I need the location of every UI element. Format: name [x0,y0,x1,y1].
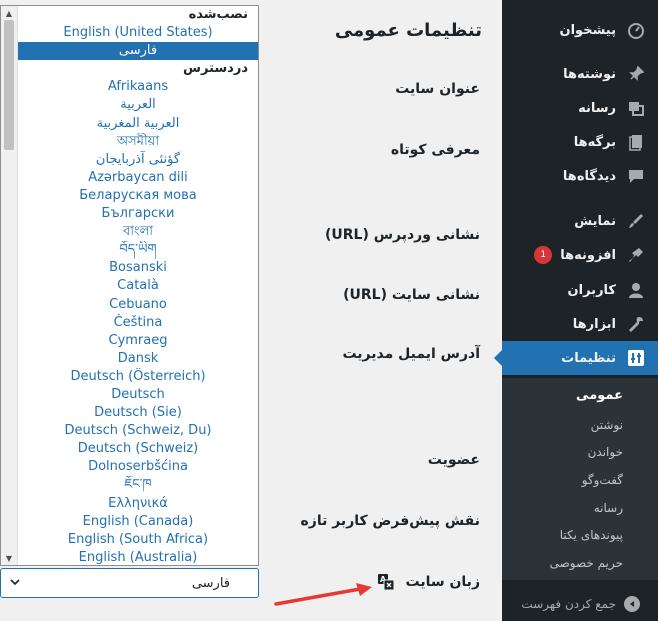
language-option[interactable]: অসমীয়া [18,133,258,151]
language-option[interactable]: Ελληνικά [18,495,258,513]
sidebar-item-tools[interactable]: ابزارها [502,307,658,341]
wrench-icon [626,314,646,334]
language-option-selected[interactable]: فارسی [18,42,258,61]
sidebar-item-label: ابزارها [572,316,616,332]
settings-submenu: عمومی نوشتن خواندن گفت‌وگو رسانه پیوندها… [502,378,658,580]
site-title-label: عنوان سایت [395,81,480,97]
submenu-item-media[interactable]: رسانه [502,501,658,515]
language-option[interactable]: বাংলা [18,223,258,241]
language-dropdown-list[interactable]: ▲ ▼ نصب‌شده English (United States) فارس… [0,5,259,566]
site-url-label: نشانی سایت (URL) [343,287,480,303]
wordpress-url-label: نشانی وردپرس (URL) [324,227,480,243]
sidebar-item-label: تنظیمات [561,350,616,366]
language-option[interactable]: བོད་ཡིག [18,241,258,259]
collapse-menu-button[interactable]: جمع کردن فهرست [502,590,658,618]
language-option[interactable]: English (Australia) [18,549,258,565]
sidebar-item-label: افزونه‌ها [560,247,616,263]
submenu-item-reading[interactable]: خواندن [502,445,658,459]
submenu-item-privacy[interactable]: حریم خصوصی [502,556,658,570]
sidebar-item-label: رسانه [578,100,616,116]
site-language-select-value: فارسی [191,575,230,591]
language-option[interactable]: گؤنئی آذربایجان [18,151,258,169]
language-option[interactable]: Čeština [18,314,258,332]
language-option[interactable]: Azərbaycan dili [18,169,258,187]
language-option[interactable]: Català [18,277,258,295]
language-option[interactable]: العربية المغربية [18,115,258,133]
dropdown-scrollbar[interactable]: ▲ ▼ [1,6,18,565]
scrollbar-thumb[interactable] [4,20,14,150]
sidebar-item-pages[interactable]: برگه‌ها [502,125,658,159]
language-option[interactable]: English (South Africa) [18,531,258,549]
sidebar-item-media[interactable]: رسانه [502,91,658,125]
membership-label: عضویت [427,452,480,468]
pin-icon [626,64,646,84]
translation-icon: A [377,573,395,591]
sidebar-item-comments[interactable]: دیدگاه‌ها [502,159,658,193]
collapse-icon [624,596,640,612]
language-option[interactable]: Беларуская мова [18,187,258,205]
language-option[interactable]: English (United States) [18,24,258,42]
dashboard-icon [626,20,646,40]
plugins-icon [626,245,646,265]
sidebar-item-plugins[interactable]: افزونه‌ها 1 [502,238,658,272]
sidebar-item-label: نمایش [574,213,616,229]
admin-email-label: آدرس ایمیل مدیریت [342,346,480,362]
default-role-label: نقش پیش‌فرض کاربر تازه [300,513,480,529]
media-icon [626,98,646,118]
update-count-badge: 1 [534,246,553,264]
language-options: نصب‌شده English (United States) فارسی در… [18,6,258,565]
collapse-menu-label: جمع کردن فهرست [521,597,616,611]
language-option[interactable]: Deutsch [18,386,258,404]
pages-icon [626,132,646,152]
language-option[interactable]: Deutsch (Schweiz) [18,440,258,458]
chevron-down-icon [10,579,20,586]
language-option[interactable]: العربية [18,96,258,114]
annotation-arrow [274,583,372,606]
sidebar-item-label: دیدگاه‌ها [562,168,616,184]
page-title: تنظیمات عمومی [334,20,482,41]
admin-sidebar: پیشخوان نوشته‌ها رسانه برگه‌ها دیدگاه‌ها… [494,0,658,621]
language-option[interactable]: Dolnoserbšćina [18,458,258,476]
submenu-item-general[interactable]: عمومی [502,388,658,403]
language-option[interactable]: Cymraeg [18,332,258,350]
sidebar-item-posts[interactable]: نوشته‌ها [502,57,658,91]
sidebar-item-users[interactable]: کاربران [502,273,658,307]
sidebar-item-dashboard[interactable]: پیشخوان [502,13,658,47]
site-language-label-text: زبان سایت [405,574,481,590]
sidebar-item-label: برگه‌ها [573,134,616,150]
language-option[interactable]: Deutsch (Schweiz, Du) [18,422,258,440]
sidebar-item-label: نوشته‌ها [563,66,616,82]
scroll-up-icon[interactable]: ▲ [1,6,17,20]
language-option[interactable]: Dansk [18,350,258,368]
site-language-select[interactable]: فارسی [0,568,259,598]
language-option[interactable]: English (Canada) [18,513,258,531]
language-option[interactable]: ཇོང་ཁ [18,476,258,494]
language-option[interactable]: Afrikaans [18,78,258,96]
settings-icon [626,348,646,368]
scroll-down-icon[interactable]: ▼ [1,551,17,565]
site-language-label: زبان سایت A [377,573,480,591]
sidebar-item-appearance[interactable]: نمایش [502,204,658,238]
language-option[interactable]: Deutsch (Sie) [18,404,258,422]
users-icon [626,280,646,300]
submenu-item-discussion[interactable]: گفت‌وگو [502,473,658,487]
sidebar-item-label: پیشخوان [559,22,617,38]
optgroup-installed: نصب‌شده [188,7,248,22]
submenu-item-permalinks[interactable]: پیوندهای یکتا [502,528,658,542]
language-option[interactable]: Deutsch (Österreich) [18,368,258,386]
appearance-icon [626,211,646,231]
comments-icon [626,166,646,186]
sidebar-item-settings[interactable]: تنظیمات [494,341,658,375]
sidebar-item-label: کاربران [567,282,616,298]
language-option[interactable]: Cebuano [18,296,258,314]
optgroup-available: دردسترس [183,61,248,77]
tagline-label: معرفی کوتاه [390,142,480,158]
language-option[interactable]: Bosanski [18,259,258,277]
submenu-item-writing[interactable]: نوشتن [502,418,658,432]
language-option[interactable]: Български [18,205,258,223]
